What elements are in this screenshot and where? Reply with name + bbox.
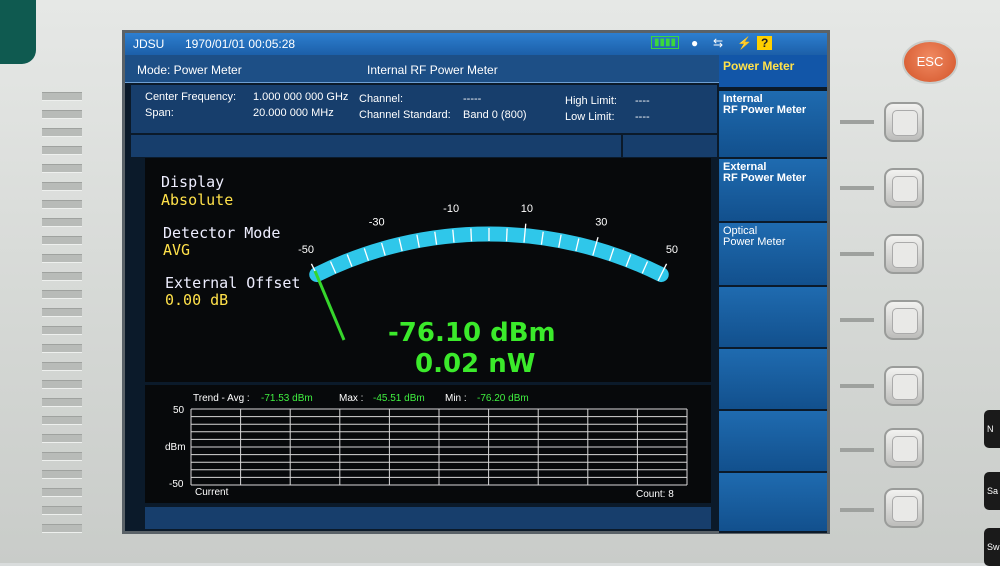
datetime-label: 1970/01/01 00:05:28 bbox=[185, 37, 296, 51]
hardware-softkey-1[interactable] bbox=[884, 102, 924, 142]
meter-tick bbox=[470, 228, 473, 242]
trend-panel: Trend - Avg : -71.53 dBm Max : -45.51 dB… bbox=[145, 385, 711, 503]
softkey-indicator bbox=[840, 318, 874, 322]
low-limit-value: ---- bbox=[635, 111, 650, 123]
hardware-softkey-2[interactable] bbox=[884, 168, 924, 208]
plug-icon: ⚡ bbox=[737, 36, 752, 50]
meter-scale-label: -50 bbox=[298, 244, 314, 256]
high-limit-label: High Limit: bbox=[565, 95, 617, 107]
side-key-sa[interactable]: Sa bbox=[984, 472, 1000, 510]
hardware-softkey-7[interactable] bbox=[884, 488, 924, 528]
softkey-menu: Power Meter Internal RF Power Meter Exte… bbox=[719, 55, 827, 533]
softkey-indicator bbox=[840, 448, 874, 452]
softkey-optical-power-meter[interactable]: Optical Power Meter bbox=[719, 223, 827, 287]
help-icon[interactable]: ? bbox=[757, 36, 773, 50]
softkey-indicator bbox=[840, 186, 874, 190]
softkey-power-meter[interactable]: Power Meter bbox=[719, 55, 827, 89]
trend-current-label: Current bbox=[195, 487, 229, 498]
meter-scale-label: -30 bbox=[369, 217, 385, 229]
softkey-empty-7[interactable] bbox=[719, 411, 827, 473]
center-frequency-value: 1.000 000 000 GHz bbox=[253, 91, 349, 103]
softkey-empty-5[interactable] bbox=[719, 287, 827, 349]
mode-label: Mode: Power Meter bbox=[137, 63, 242, 77]
brand-label: JDSU bbox=[133, 37, 165, 51]
trend-grid bbox=[190, 408, 688, 486]
reading-dbm: -76.10 dBm bbox=[388, 318, 556, 348]
carry-handle bbox=[0, 0, 36, 64]
softkey-label: External RF Power Meter bbox=[723, 161, 807, 184]
hardware-softkey-5[interactable] bbox=[884, 366, 924, 406]
channel-label: Channel: bbox=[359, 93, 404, 105]
softkey-label: Internal RF Power Meter bbox=[723, 93, 807, 116]
reading-watt: 0.02 nW bbox=[415, 349, 536, 379]
high-limit-value: ---- bbox=[635, 95, 650, 107]
mode-bar: Mode: Power Meter Internal RF Power Mete… bbox=[125, 55, 719, 83]
channel-standard-label: Channel Standard: bbox=[359, 109, 451, 121]
softkey-label: Power Meter bbox=[723, 59, 795, 73]
status-titlebar: JDSU 1970/01/01 00:05:28 ▮▮▮▮ ● ⇆ ⚡ ? bbox=[125, 33, 827, 55]
usb-icon: ⇆ bbox=[713, 36, 724, 50]
speaker-grille bbox=[42, 92, 82, 542]
bottom-status-bar bbox=[145, 507, 711, 529]
softkey-label: Optical Power Meter bbox=[723, 225, 786, 248]
meter-scale-label: 10 bbox=[521, 203, 533, 215]
softkey-indicator bbox=[840, 120, 874, 124]
hardware-softkey-4[interactable] bbox=[884, 300, 924, 340]
info-subbar bbox=[131, 135, 717, 157]
softkey-internal-rf-power-meter[interactable]: Internal RF Power Meter bbox=[719, 91, 827, 159]
power-meter-gauge: Display Absolute Detector Mode AVG Exter… bbox=[145, 158, 711, 382]
center-frequency-label: Center Frequency: bbox=[145, 91, 237, 103]
softkey-empty-8[interactable] bbox=[719, 473, 827, 533]
meter-tick bbox=[505, 228, 508, 242]
side-key-n[interactable]: N bbox=[984, 410, 1000, 448]
channel-standard-value: Band 0 (800) bbox=[463, 109, 527, 121]
meter-needle bbox=[313, 270, 346, 341]
span-label: Span: bbox=[145, 107, 174, 119]
softkey-indicator bbox=[840, 252, 874, 256]
meter-scale-label: -10 bbox=[443, 203, 459, 215]
channel-value: ----- bbox=[463, 93, 482, 105]
mouse-icon: ● bbox=[691, 36, 699, 50]
battery-icon: ▮▮▮▮ bbox=[651, 36, 680, 49]
meter-scale-label: 30 bbox=[595, 217, 607, 229]
softkey-empty-6[interactable] bbox=[719, 349, 827, 411]
hardware-softkey-3[interactable] bbox=[884, 234, 924, 274]
hardware-softkey-6[interactable] bbox=[884, 428, 924, 468]
softkey-external-rf-power-meter[interactable]: External RF Power Meter bbox=[719, 159, 827, 223]
measurement-title: Internal RF Power Meter bbox=[367, 63, 498, 77]
trend-count-label: Count: 8 bbox=[636, 489, 674, 500]
lcd-screen: JDSU 1970/01/01 00:05:28 ▮▮▮▮ ● ⇆ ⚡ ? Mo… bbox=[122, 30, 830, 534]
parameter-panel: Center Frequency: 1.000 000 000 GHz Span… bbox=[131, 85, 717, 133]
low-limit-label: Low Limit: bbox=[565, 111, 615, 123]
esc-button[interactable]: ESC bbox=[902, 40, 958, 84]
softkey-indicator bbox=[840, 384, 874, 388]
side-key-sw[interactable]: Sw bbox=[984, 528, 1000, 566]
softkey-indicator bbox=[840, 508, 874, 512]
span-value: 20.000 000 MHz bbox=[253, 107, 334, 119]
meter-scale-label: 50 bbox=[666, 244, 678, 256]
